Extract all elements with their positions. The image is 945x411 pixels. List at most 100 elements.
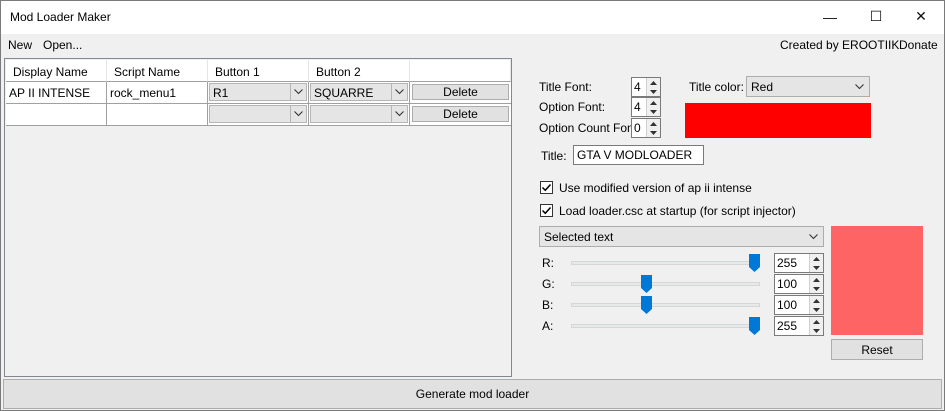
credit-label[interactable]: Created by EROOTIIK: [780, 38, 899, 52]
title-input[interactable]: GTA V MODLOADER: [573, 145, 704, 165]
a-slider-thumb[interactable]: [749, 317, 760, 335]
cell-display-name[interactable]: [6, 104, 107, 126]
checkmark-icon: [541, 206, 552, 215]
column-header-action: [410, 60, 511, 82]
minimize-icon: —: [823, 8, 837, 25]
delete-row-button[interactable]: Delete: [412, 84, 509, 100]
cell-button-2: SQUARRE: [309, 82, 410, 104]
color-preview: [831, 226, 923, 335]
close-button[interactable]: ✕: [898, 1, 944, 32]
a-slider-track[interactable]: [571, 324, 760, 328]
use-modified-checkbox[interactable]: [540, 181, 553, 194]
maximize-icon: ☐: [869, 8, 883, 24]
r-stepper[interactable]: 255: [774, 253, 824, 273]
element-select[interactable]: Selected text: [539, 226, 824, 247]
cell-display-name[interactable]: AP II INTENSE: [6, 82, 107, 104]
g-value: 100: [777, 277, 798, 291]
cell-button-2: [309, 104, 410, 126]
scripts-grid[interactable]: Display Name Script Name Button 1 Button…: [4, 58, 512, 377]
chevron-down-icon: [391, 84, 407, 100]
title-label: Title:: [541, 149, 567, 163]
column-header-script-name[interactable]: Script Name: [107, 60, 208, 82]
chevron-down-icon: [807, 230, 819, 244]
stepper-up-icon[interactable]: [810, 275, 823, 284]
reset-button[interactable]: Reset: [831, 339, 923, 360]
element-select-value: Selected text: [544, 230, 614, 244]
option-count-font-value: 0: [634, 121, 641, 135]
stepper-up-icon[interactable]: [810, 317, 823, 326]
stepper-up-icon[interactable]: [647, 98, 660, 107]
stepper-down-icon[interactable]: [647, 87, 660, 96]
title-font-value: 4: [634, 80, 641, 94]
title-bar: Mod Loader Maker — ☐ ✕: [1, 1, 944, 34]
checkmark-icon: [541, 183, 552, 192]
cell-action: Delete: [410, 82, 511, 104]
cell-button-1: R1: [208, 82, 309, 104]
option-font-value: 4: [634, 100, 641, 114]
title-color-value: Red: [751, 80, 774, 94]
load-loader-label[interactable]: Load loader.csc at startup (for script i…: [559, 204, 796, 218]
r-label: R:: [542, 256, 554, 270]
generate-button[interactable]: Generate mod loader: [3, 379, 942, 409]
chevron-down-icon: [853, 80, 865, 94]
r-slider-thumb[interactable]: [749, 254, 760, 272]
minimize-button[interactable]: —: [807, 1, 853, 32]
title-color-select[interactable]: Red: [746, 76, 870, 97]
maximize-button[interactable]: ☐: [853, 1, 899, 32]
a-label: A:: [542, 319, 554, 333]
stepper-up-icon[interactable]: [647, 119, 660, 128]
stepper-down-icon[interactable]: [810, 284, 823, 293]
title-color-label: Title color:: [689, 80, 744, 94]
column-header-button-2[interactable]: Button 2: [309, 60, 410, 82]
option-font-stepper[interactable]: 4: [631, 97, 661, 117]
title-color-swatch: [685, 103, 871, 138]
option-count-font-label: Option Count Font:: [539, 121, 641, 135]
close-icon: ✕: [915, 8, 927, 24]
r-slider-track[interactable]: [571, 261, 760, 265]
stepper-down-icon[interactable]: [647, 128, 660, 137]
button-2-combo[interactable]: SQUARRE: [310, 83, 408, 101]
stepper-down-icon[interactable]: [810, 305, 823, 314]
a-stepper[interactable]: 255: [774, 316, 824, 336]
app-window: Mod Loader Maker — ☐ ✕ New Open... Creat…: [0, 0, 945, 411]
stepper-down-icon[interactable]: [647, 107, 660, 116]
b-stepper[interactable]: 100: [774, 295, 824, 315]
stepper-up-icon[interactable]: [810, 254, 823, 263]
window-title: Mod Loader Maker: [10, 10, 111, 24]
cell-script-name[interactable]: [107, 104, 208, 126]
title-font-stepper[interactable]: 4: [631, 77, 661, 97]
title-input-value: GTA V MODLOADER: [577, 148, 693, 162]
cell-script-name[interactable]: rock_menu1: [107, 82, 208, 104]
button-2-combo[interactable]: [310, 105, 408, 123]
button-1-combo[interactable]: [209, 105, 307, 123]
menu-open[interactable]: Open...: [43, 38, 82, 52]
stepper-up-icon[interactable]: [647, 78, 660, 87]
menu-bar: New Open... Created by EROOTIIK Donate: [1, 34, 944, 56]
b-label: B:: [542, 298, 554, 312]
chevron-down-icon: [290, 84, 306, 100]
column-header-display-name[interactable]: Display Name: [6, 60, 107, 82]
stepper-down-icon[interactable]: [810, 263, 823, 272]
column-header-button-1[interactable]: Button 1: [208, 60, 309, 82]
menu-donate[interactable]: Donate: [899, 38, 938, 52]
b-slider-track[interactable]: [571, 303, 760, 307]
button-1-value: R1: [213, 86, 229, 100]
b-slider-thumb[interactable]: [640, 296, 652, 314]
g-stepper[interactable]: 100: [774, 274, 824, 294]
stepper-up-icon[interactable]: [810, 296, 823, 305]
option-count-font-stepper[interactable]: 0: [631, 118, 661, 138]
r-value: 255: [777, 256, 798, 270]
g-slider-track[interactable]: [571, 282, 760, 286]
use-modified-label[interactable]: Use modified version of ap ii intense: [559, 181, 752, 195]
menu-new[interactable]: New: [8, 38, 32, 52]
chevron-down-icon: [290, 106, 306, 122]
b-value: 100: [777, 298, 798, 312]
g-slider-thumb[interactable]: [640, 275, 652, 293]
button-2-value: SQUARRE: [314, 86, 374, 100]
load-loader-checkbox[interactable]: [540, 204, 553, 217]
cell-action: Delete: [410, 104, 511, 126]
stepper-down-icon[interactable]: [810, 326, 823, 335]
a-value: 255: [777, 319, 798, 333]
delete-row-button[interactable]: Delete: [412, 106, 509, 122]
button-1-combo[interactable]: R1: [209, 83, 307, 101]
